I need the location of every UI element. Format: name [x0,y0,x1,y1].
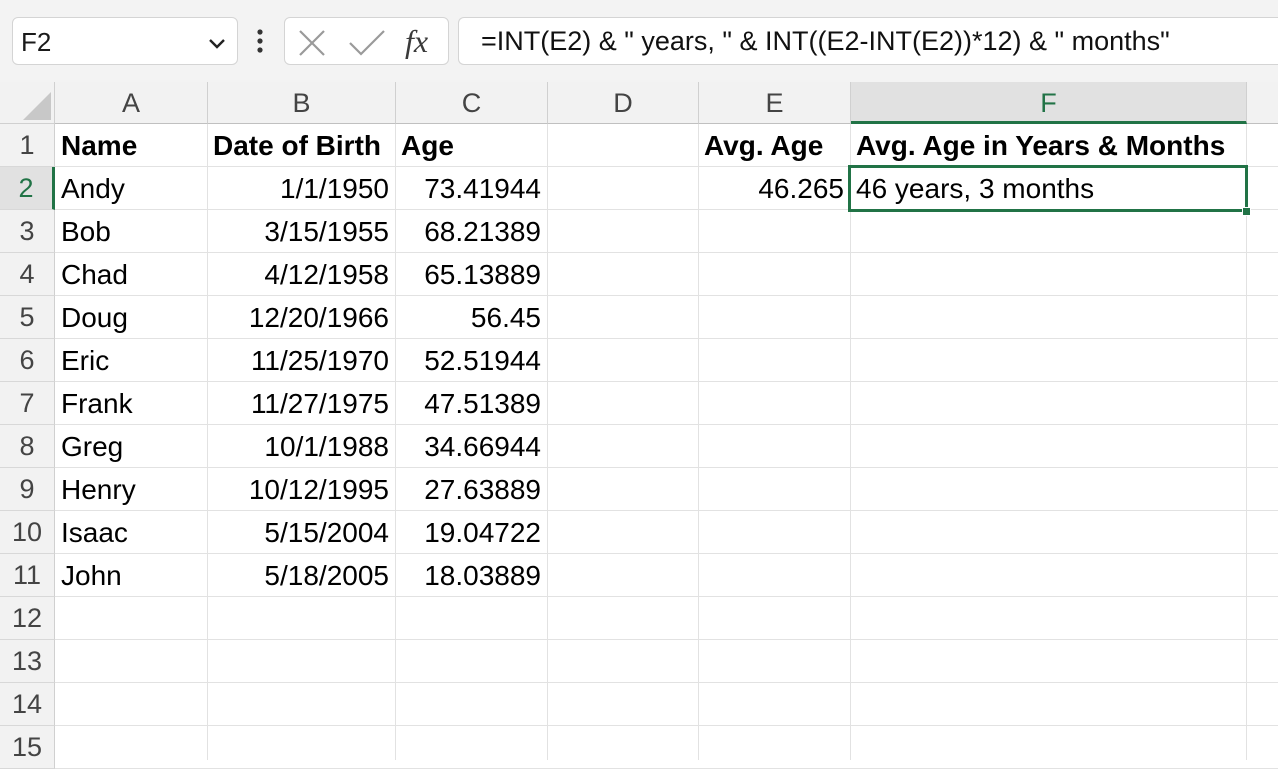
formula-actions: fx [284,17,449,65]
row-header[interactable]: 5 [0,296,55,339]
row-header[interactable]: 6 [0,339,55,382]
gridline [55,682,1278,683]
cell-dob[interactable]: 10/12/1995 [207,468,389,511]
column-header-g[interactable] [1247,82,1278,124]
cell-name[interactable]: Andy [61,167,207,210]
row-header[interactable]: 1 [0,124,55,167]
cell-e2[interactable]: 46.265 [698,167,844,210]
row-header[interactable]: 11 [0,554,55,597]
cell-age[interactable]: 47.51389 [395,382,541,425]
gridline [547,124,548,760]
cell-e1[interactable]: Avg. Age [704,124,850,167]
cell-name[interactable]: Henry [61,468,207,511]
gridline [55,639,1278,640]
gridline [850,124,851,760]
formula-input[interactable]: =INT(E2) & " years, " & INT((E2-INT(E2))… [458,17,1278,65]
cell-f1[interactable]: Avg. Age in Years & Months [856,124,1246,167]
cell-dob[interactable]: 11/25/1970 [207,339,389,382]
cancel-icon[interactable] [297,28,327,58]
formula-text: =INT(E2) & " years, " & INT((E2-INT(E2))… [481,26,1170,56]
column-header-d[interactable]: D [548,82,699,124]
row-header[interactable]: 12 [0,597,55,640]
cell-name[interactable]: Frank [61,382,207,425]
cell-c1[interactable]: Age [401,124,547,167]
cell-age[interactable]: 19.04722 [395,511,541,554]
cell-age[interactable]: 27.63889 [395,468,541,511]
cell-age[interactable]: 52.51944 [395,339,541,382]
cell-b1[interactable]: Date of Birth [213,124,395,167]
select-all-button[interactable] [0,82,55,124]
cell-name[interactable]: Isaac [61,511,207,554]
cell-name[interactable]: John [61,554,207,597]
spreadsheet-grid: A B C D E F 1 2 3 4 5 6 7 8 9 10 11 12 1… [0,82,1278,769]
cell-dob[interactable]: 10/1/1988 [207,425,389,468]
cell-name[interactable]: Bob [61,210,207,253]
row-header[interactable]: 4 [0,253,55,296]
more-vertical-icon[interactable] [250,26,270,56]
row-header[interactable]: 9 [0,468,55,511]
column-headers: A B C D E F [55,82,1278,124]
name-box[interactable]: F2 [12,17,238,65]
fill-handle[interactable] [1242,207,1251,216]
cell-dob[interactable]: 3/15/1955 [207,210,389,253]
row-header[interactable]: 14 [0,683,55,726]
row-header[interactable]: 15 [0,726,55,769]
cell-age[interactable]: 73.41944 [395,167,541,210]
cell-name[interactable]: Eric [61,339,207,382]
cell-a1[interactable]: Name [61,124,207,167]
select-all-triangle [23,92,51,120]
row-header[interactable]: 8 [0,425,55,468]
column-header-b[interactable]: B [208,82,396,124]
name-box-value: F2 [21,27,52,57]
active-cell-border [848,165,1248,212]
cell-name[interactable]: Chad [61,253,207,296]
cell-name[interactable]: Greg [61,425,207,468]
cell-dob[interactable]: 11/27/1975 [207,382,389,425]
cell-age[interactable]: 68.21389 [395,210,541,253]
insert-function-icon[interactable]: fx [405,23,428,60]
cell-dob[interactable]: 5/15/2004 [207,511,389,554]
column-header-a[interactable]: A [55,82,208,124]
cell-name[interactable]: Doug [61,296,207,339]
cell-dob[interactable]: 4/12/1958 [207,253,389,296]
row-header[interactable]: 7 [0,382,55,425]
cell-dob[interactable]: 12/20/1966 [207,296,389,339]
row-header[interactable]: 10 [0,511,55,554]
row-header[interactable]: 2 [0,167,55,210]
cell-age[interactable]: 65.13889 [395,253,541,296]
gridline [1246,124,1247,760]
cell-area[interactable]: Name Date of Birth Age Avg. Age Avg. Age… [55,124,1278,769]
row-header[interactable]: 3 [0,210,55,253]
cell-dob[interactable]: 5/18/2005 [207,554,389,597]
cell-age[interactable]: 18.03889 [395,554,541,597]
cell-age[interactable]: 56.45 [395,296,541,339]
column-header-f[interactable]: F [851,82,1247,124]
chevron-down-icon[interactable] [207,33,227,53]
column-header-c[interactable]: C [396,82,548,124]
cell-age[interactable]: 34.66944 [395,425,541,468]
cell-dob[interactable]: 1/1/1950 [207,167,389,210]
formula-bar: F2 fx =INT(E2) & " years, " & INT((E2-IN… [0,0,1278,82]
row-header[interactable]: 13 [0,640,55,683]
gridline [698,124,699,760]
column-header-e[interactable]: E [699,82,851,124]
gridline [55,725,1278,726]
checkmark-icon[interactable] [347,28,387,58]
